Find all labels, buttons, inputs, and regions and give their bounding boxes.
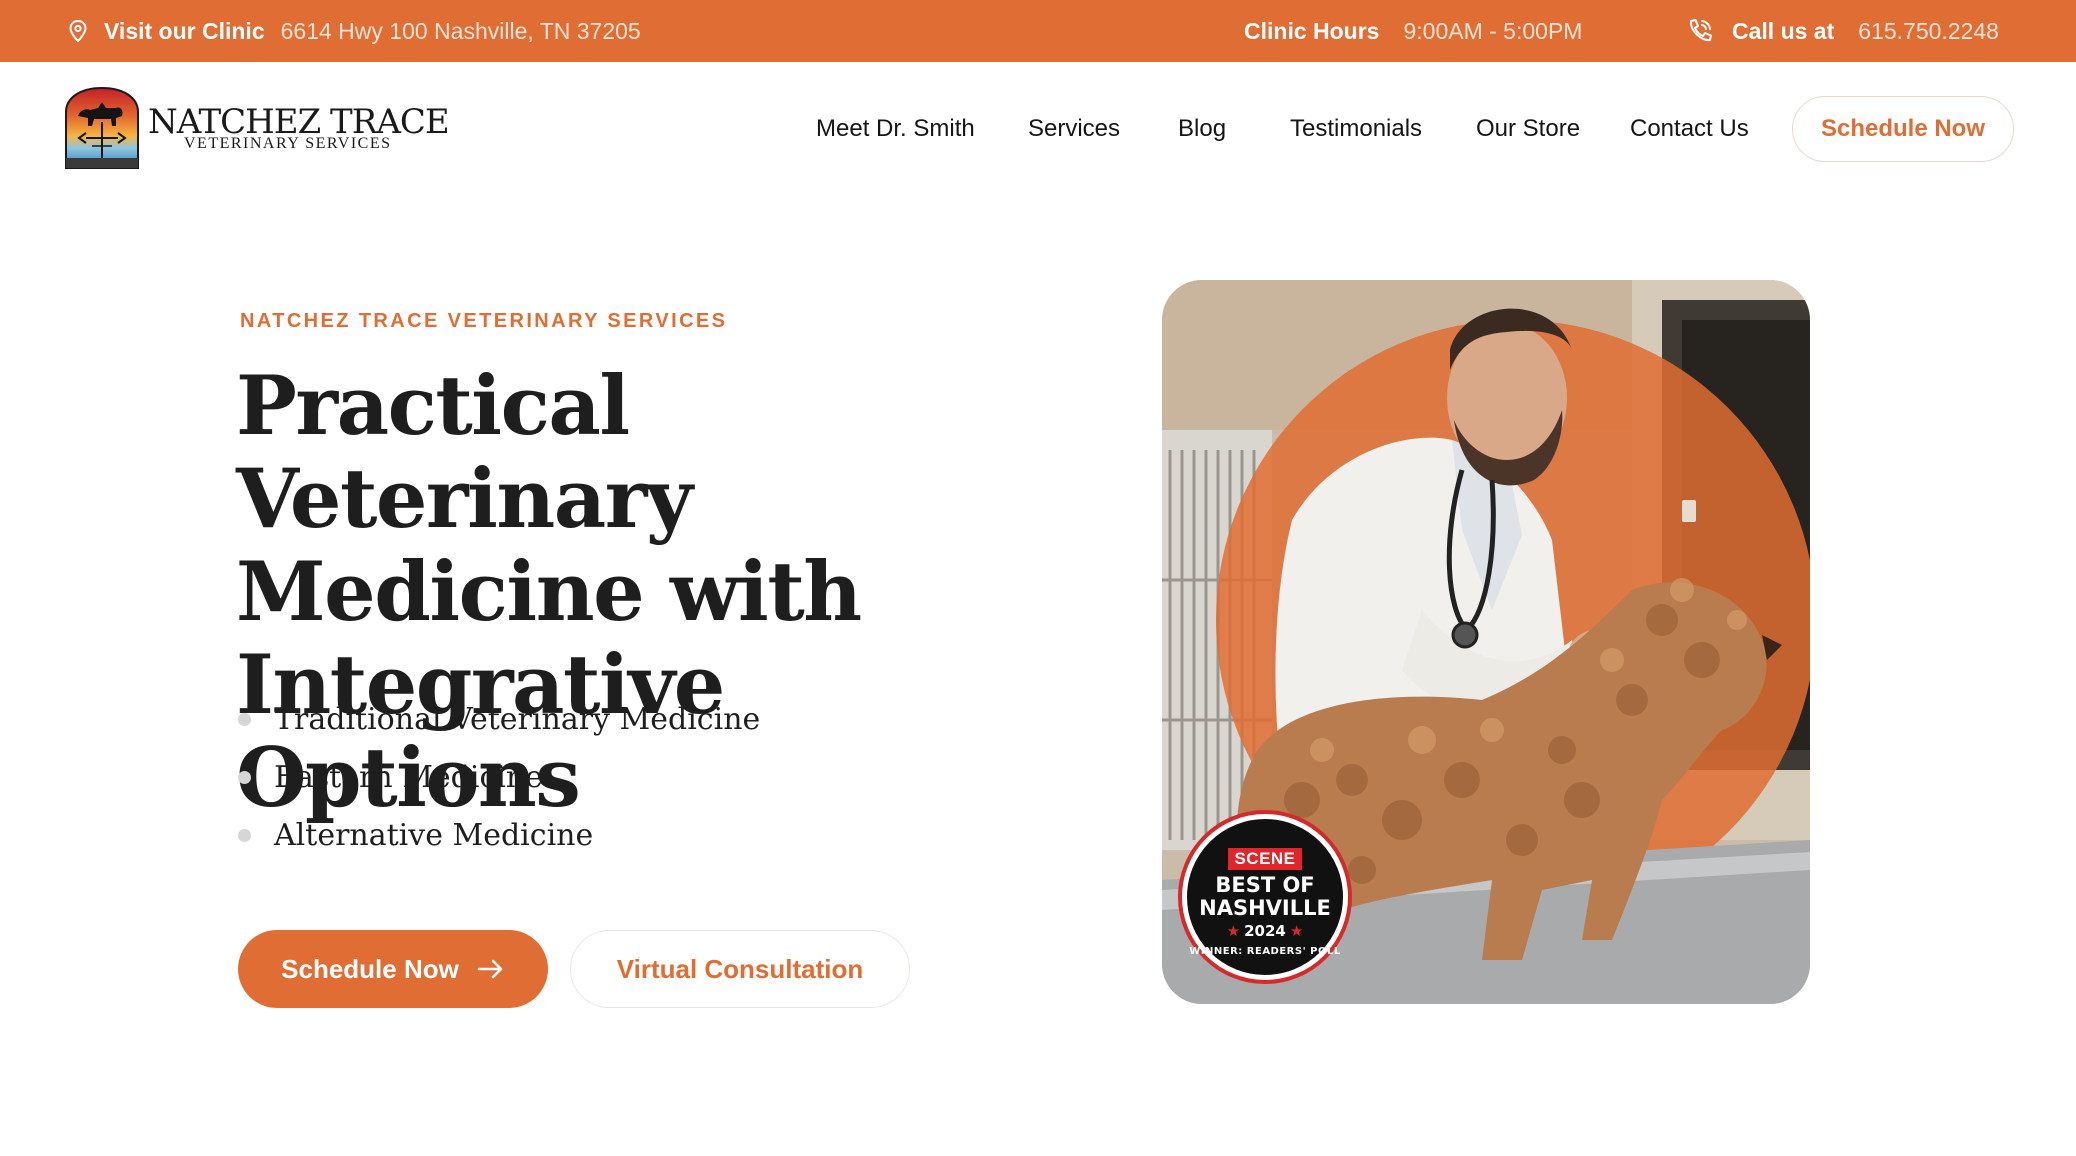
clinic-address[interactable]: Visit our Clinic 6614 Hwy 100 Nashville,… bbox=[68, 0, 641, 62]
hero-schedule-button[interactable]: Schedule Now bbox=[238, 930, 548, 1008]
nav-meet-dr-smith[interactable]: Meet Dr. Smith bbox=[816, 96, 975, 162]
badge-title: BEST OF NASHVILLE bbox=[1199, 872, 1331, 920]
call-us[interactable]: Call us at 615.750.2248 bbox=[1686, 0, 1999, 62]
services-list: Traditional Veterinary Medicine Eastern … bbox=[238, 690, 760, 864]
call-label: Call us at bbox=[1732, 17, 1835, 44]
bullet-text: Alternative Medicine bbox=[274, 817, 594, 853]
header-schedule-button[interactable]: Schedule Now bbox=[1792, 96, 2014, 162]
virtual-consultation-button[interactable]: Virtual Consultation bbox=[570, 930, 910, 1008]
brand-name: NATCHEZ TRACE bbox=[148, 101, 450, 142]
best-of-nashville-badge: SCENE BEST OF NASHVILLE ★ 2024 ★ WINNER: R… bbox=[1182, 814, 1348, 980]
hero-eyebrow: NATCHEZ TRACE VETERINARY SERVICES bbox=[240, 310, 728, 332]
nav-contact-us[interactable]: Contact Us bbox=[1630, 96, 1749, 162]
visit-label: Visit our Clinic bbox=[104, 17, 265, 44]
bullet-dot-icon bbox=[238, 828, 251, 842]
badge-year: ★ 2024 ★ bbox=[1223, 922, 1308, 940]
location-pin-icon bbox=[68, 19, 88, 43]
address-text: 6614 Hwy 100 Nashville, TN 37205 bbox=[280, 17, 641, 44]
list-item: Alternative Medicine bbox=[238, 806, 760, 864]
bullet-text: Traditional Veterinary Medicine bbox=[274, 701, 761, 737]
badge-publication: SCENE bbox=[1228, 847, 1302, 870]
nav-blog[interactable]: Blog bbox=[1178, 96, 1226, 162]
phone-icon bbox=[1686, 17, 1716, 45]
list-item: Eastern Medicine bbox=[238, 748, 760, 806]
nav-our-store[interactable]: Our Store bbox=[1476, 96, 1580, 162]
nav-services[interactable]: Services bbox=[1028, 96, 1120, 162]
weathervane-logo-icon bbox=[65, 86, 139, 169]
arrow-right-icon bbox=[477, 959, 505, 979]
bullet-dot-icon bbox=[238, 712, 251, 726]
top-info-bar: Visit our Clinic 6614 Hwy 100 Nashville,… bbox=[0, 0, 2076, 62]
star-icon: ★ bbox=[1289, 921, 1304, 940]
bullet-dot-icon bbox=[238, 770, 251, 784]
brand-subtitle: VETERINARY SERVICES bbox=[184, 134, 392, 152]
hero-schedule-label: Schedule Now bbox=[281, 953, 459, 984]
badge-year-text: 2024 bbox=[1244, 921, 1286, 940]
bullet-text: Eastern Medicine bbox=[274, 759, 543, 795]
list-item: Traditional Veterinary Medicine bbox=[238, 690, 760, 748]
site-logo[interactable]: NATCHEZ TRACE VETERINARY SERVICES bbox=[64, 86, 450, 170]
star-icon: ★ bbox=[1226, 921, 1241, 940]
badge-footer: WINNER: READERS' POLL bbox=[1189, 945, 1341, 957]
hours-label: Clinic Hours bbox=[1244, 17, 1380, 44]
phone-number: 615.750.2248 bbox=[1858, 17, 1999, 44]
hours-text: 9:00AM - 5:00PM bbox=[1403, 17, 1583, 44]
clinic-hours: Clinic Hours 9:00AM - 5:00PM bbox=[1244, 0, 1582, 62]
logo-wordmark: NATCHEZ TRACE VETERINARY SERVICES bbox=[148, 101, 450, 152]
nav-testimonials[interactable]: Testimonials bbox=[1290, 96, 1422, 162]
